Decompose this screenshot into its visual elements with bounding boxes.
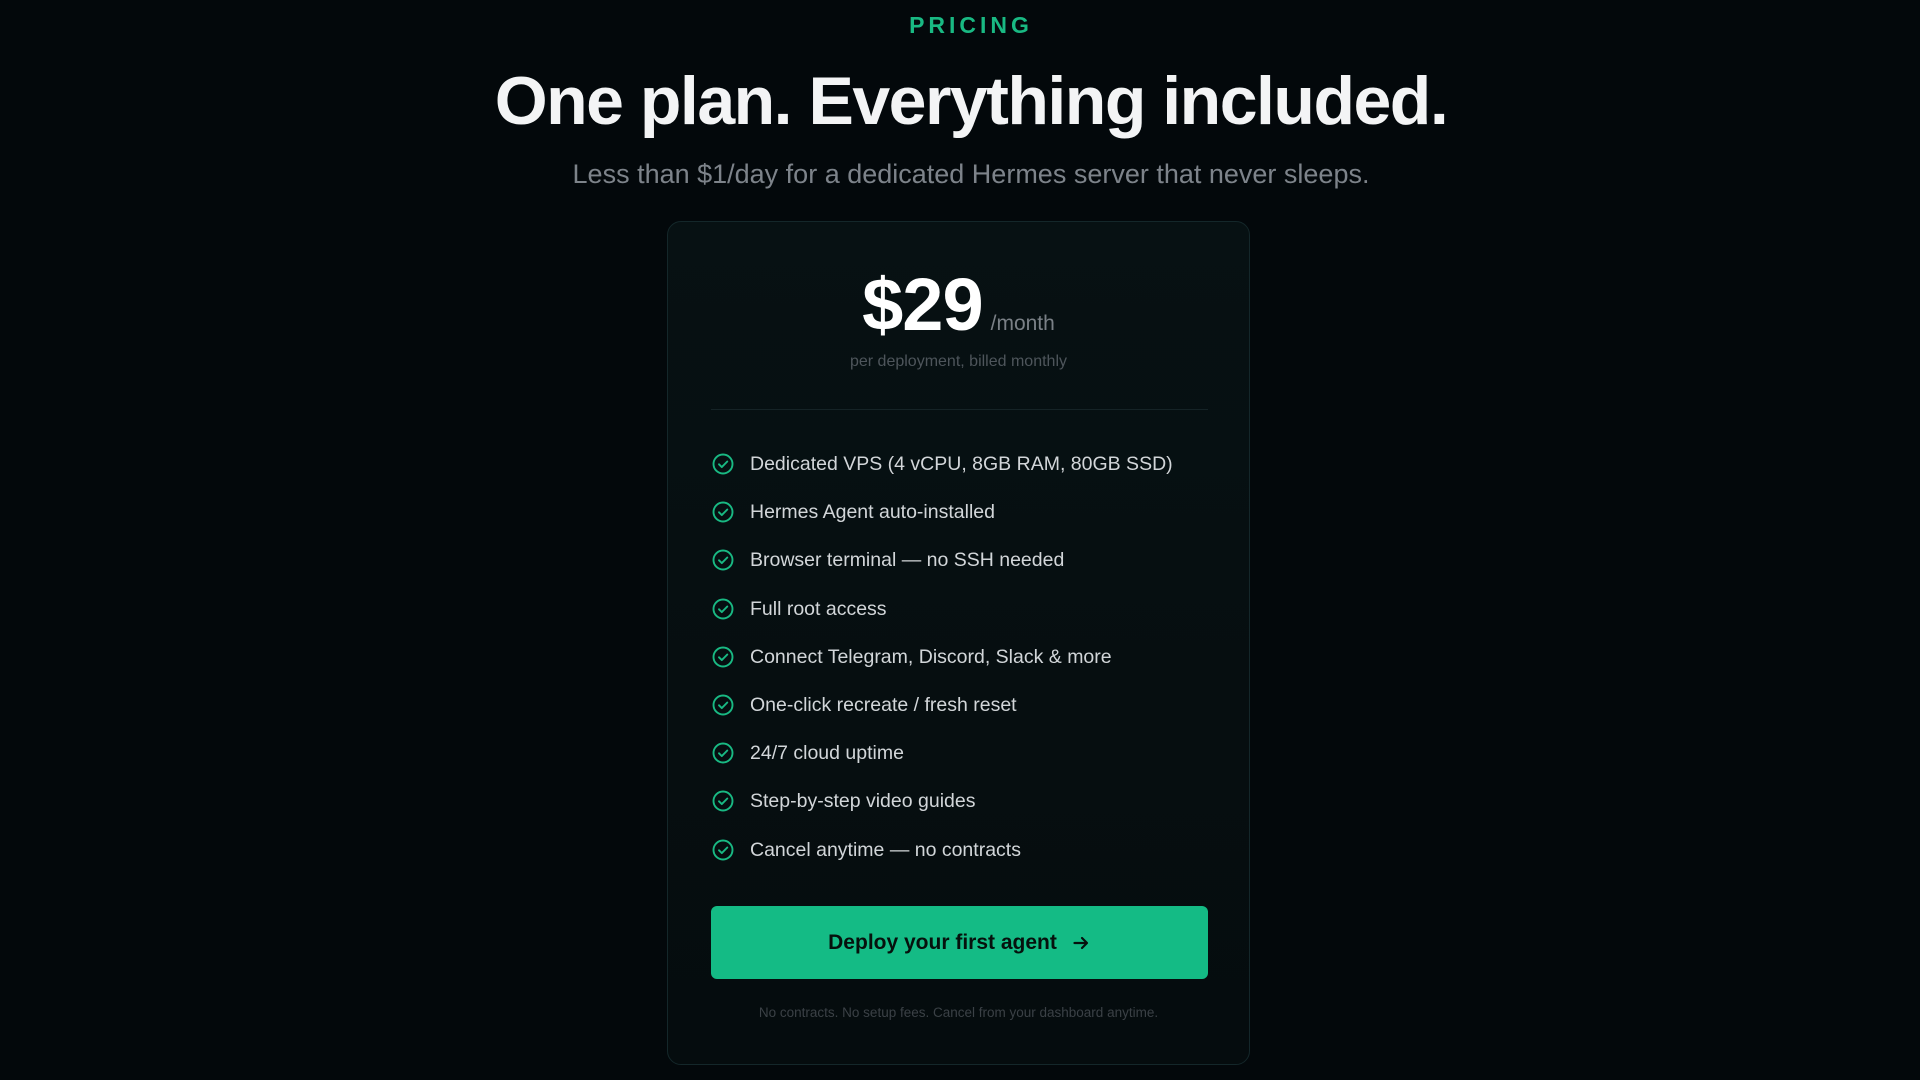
feature-item: Browser terminal — no SSH needed (711, 547, 1211, 595)
check-circle-icon (712, 453, 734, 475)
feature-item: Full root access (711, 596, 1211, 644)
feature-label: Step-by-step video guides (750, 790, 976, 813)
divider (711, 409, 1208, 410)
page-subtitle: Less than $1/day for a dedicated Hermes … (572, 159, 1370, 189)
feature-label: 24/7 cloud uptime (750, 742, 904, 765)
check-circle-icon (712, 598, 734, 620)
feature-item: 24/7 cloud uptime (711, 740, 1211, 788)
feature-item: Dedicated VPS (4 vCPU, 8GB RAM, 80GB SSD… (711, 451, 1211, 499)
check-circle-icon (712, 501, 734, 523)
page-title: One plan. Everything included. (494, 63, 1449, 139)
feature-item: Cancel anytime — no contracts (711, 837, 1211, 885)
feature-item: Hermes Agent auto-installed (711, 499, 1211, 547)
feature-label: Dedicated VPS (4 vCPU, 8GB RAM, 80GB SSD… (750, 453, 1173, 475)
billing-note: per deployment, billed monthly (849, 353, 1067, 370)
pricing-card: $29/month per deployment, billed monthly… (667, 221, 1250, 1065)
deploy-agent-button-label: Deploy your first agent (828, 930, 1057, 954)
price-amount: $29 (862, 263, 983, 346)
check-circle-icon (712, 694, 734, 716)
check-circle-icon (712, 549, 734, 571)
price-row: $29/month (668, 262, 1249, 347)
check-circle-icon (712, 742, 734, 764)
pricing-section: PRICING One plan. Everything included. L… (0, 0, 1920, 1080)
check-circle-icon (712, 839, 734, 860)
feature-label: Browser terminal — no SSH needed (750, 549, 1065, 572)
feature-list: Dedicated VPS (4 vCPU, 8GB RAM, 80GB SSD… (711, 451, 1211, 885)
feature-label: Cancel anytime — no contracts (750, 838, 1021, 861)
feature-label: One-click recreate / fresh reset (750, 693, 1017, 716)
feature-label: Full root access (750, 597, 887, 620)
check-circle-icon (712, 646, 734, 668)
feature-label: Hermes Agent auto-installed (750, 501, 995, 524)
section-eyebrow: PRICING (909, 12, 1033, 38)
feature-item: Connect Telegram, Discord, Slack & more (711, 644, 1211, 692)
check-circle-icon (712, 790, 734, 812)
arrow-right-icon (1073, 936, 1088, 949)
feature-item: Step-by-step video guides (711, 788, 1211, 836)
deploy-agent-button[interactable]: Deploy your first agent (711, 906, 1208, 979)
feature-label: Connect Telegram, Discord, Slack & more (750, 645, 1112, 668)
fine-print: No contracts. No setup fees. Cancel from… (758, 1005, 1159, 1020)
price-period: /month (990, 312, 1055, 335)
feature-item: One-click recreate / fresh reset (711, 692, 1211, 740)
